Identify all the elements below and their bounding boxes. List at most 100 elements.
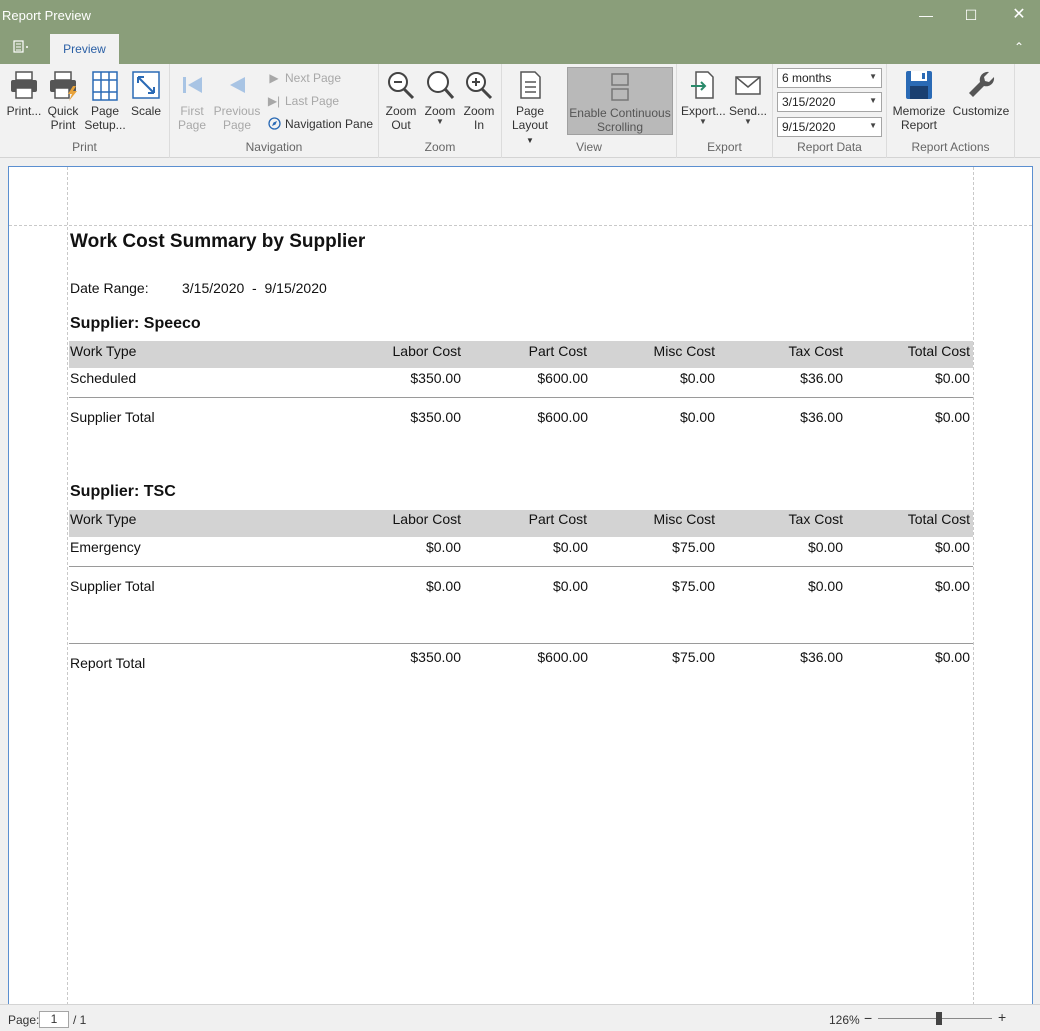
- group-print: Print... Quick Print Page Setup... Scale…: [0, 64, 170, 158]
- navigation-pane-label: Navigation Pane: [285, 117, 374, 131]
- zoom-out-label-2: Out: [391, 118, 411, 132]
- close-button[interactable]: ✕: [1004, 4, 1034, 28]
- envelope-icon: [735, 76, 761, 95]
- group-export: Export... ▼ Send... ▼ Export: [677, 64, 773, 158]
- end-date-value: 9/15/2020: [782, 120, 836, 134]
- memorize-label-1: Memorize: [892, 104, 946, 118]
- collapse-ribbon-icon[interactable]: ⌃: [1014, 40, 1024, 54]
- customize-button[interactable]: Customize: [951, 68, 1011, 118]
- send-button[interactable]: Send... ▼: [727, 68, 769, 126]
- page-setup-button[interactable]: Page Setup...: [84, 68, 126, 132]
- top-margin-guide: [9, 225, 1032, 226]
- next-page-button[interactable]: ▶ Next Page: [267, 71, 341, 85]
- memorize-label-2: Report: [900, 118, 938, 132]
- divider: [69, 397, 973, 398]
- first-page-button[interactable]: First Page: [174, 68, 210, 132]
- next-page-label: Next Page: [285, 71, 342, 85]
- tab-preview[interactable]: Preview: [50, 34, 119, 64]
- continuous-scrolling-button[interactable]: Enable Continuous Scrolling: [567, 67, 673, 135]
- last-page-button[interactable]: ▶| Last Page: [267, 94, 339, 108]
- zoom-plus-button[interactable]: +: [998, 1009, 1006, 1025]
- col-total-cost: Total Cost: [907, 343, 970, 359]
- chevron-down-icon: ▼: [744, 117, 752, 126]
- row-misc-cost: $75.00: [672, 539, 715, 555]
- row-misc-cost: $0.00: [679, 370, 715, 386]
- continuous-scrolling-icon: [611, 73, 629, 101]
- start-date-value: 3/15/2020: [782, 95, 836, 109]
- last-page-icon: ▶|: [267, 94, 281, 108]
- supplier-heading: Supplier: TSC: [70, 483, 176, 500]
- col-labor-cost: Labor Cost: [392, 511, 461, 527]
- navigation-group-caption: Navigation: [245, 140, 303, 154]
- scale-label: Scale: [130, 104, 162, 118]
- col-total-cost: Total Cost: [907, 511, 970, 527]
- page-setup-label-1: Page: [90, 104, 120, 118]
- report-actions-group-caption: Report Actions: [911, 140, 990, 154]
- row-total-cost: $0.00: [934, 370, 970, 386]
- period-select[interactable]: 6 months ▼: [777, 68, 882, 88]
- previous-page-label-1: Previous: [213, 104, 261, 118]
- print-button[interactable]: Print...: [6, 68, 42, 118]
- col-labor-cost: Labor Cost: [392, 343, 461, 359]
- page-number-input[interactable]: 1: [39, 1011, 69, 1028]
- view-group-caption: View: [576, 140, 602, 154]
- previous-page-button[interactable]: Previous Page: [212, 68, 262, 132]
- zoom-dropdown-button[interactable]: Zoom ▼: [421, 68, 459, 126]
- quick-print-button[interactable]: Quick Print: [44, 68, 82, 132]
- zoom-in-label-2: In: [473, 118, 484, 132]
- supplier-total-tax: $0.00: [807, 578, 843, 594]
- col-misc-cost: Misc Cost: [653, 511, 715, 527]
- zoom-out-button[interactable]: Zoom Out: [383, 68, 419, 132]
- start-date-picker[interactable]: 3/15/2020 ▼: [777, 92, 882, 112]
- col-tax-cost: Tax Cost: [788, 343, 843, 359]
- zoom-in-icon: [466, 72, 493, 100]
- row-labor-cost: $0.00: [425, 539, 461, 555]
- last-page-label: Last Page: [285, 94, 340, 108]
- page-setup-label-2: Setup...: [84, 118, 126, 132]
- date-range-label: Date Range:: [70, 280, 149, 296]
- end-date-picker[interactable]: 9/15/2020 ▼: [777, 117, 882, 137]
- zoom-group-caption: Zoom: [424, 140, 456, 154]
- zoom-slider-track[interactable]: [878, 1018, 992, 1019]
- col-misc-cost: Misc Cost: [653, 343, 715, 359]
- scale-button[interactable]: Scale: [128, 68, 164, 118]
- zoom-in-label-1: Zoom: [463, 104, 495, 118]
- divider: [69, 566, 973, 567]
- left-margin-guide: [67, 167, 68, 1005]
- zoom-out-icon: [388, 72, 415, 100]
- first-page-label-1: First: [180, 104, 204, 118]
- export-group-caption: Export: [707, 140, 742, 154]
- report-total-label: Report Total: [70, 655, 146, 671]
- minimize-button[interactable]: —: [911, 4, 941, 28]
- row-part-cost: $600.00: [537, 370, 588, 386]
- supplier-total-misc: $0.00: [679, 409, 715, 425]
- zoom-minus-button[interactable]: −: [864, 1010, 872, 1026]
- right-margin-guide: [973, 167, 974, 1005]
- row-work-type: Emergency: [70, 539, 141, 555]
- supplier-total-tax: $36.00: [800, 409, 843, 425]
- window-title: Report Preview: [2, 8, 91, 23]
- chevron-down-icon: ▼: [869, 96, 877, 105]
- printer-icon: [11, 71, 37, 99]
- app-menu-icon[interactable]: [10, 39, 36, 59]
- chevron-down-icon: ▼: [869, 72, 877, 81]
- preview-area[interactable]: Work Cost Summary by Supplier Date Range…: [0, 158, 1040, 1005]
- group-report-actions: Memorize Report Customize Report Actions: [887, 64, 1015, 158]
- export-button[interactable]: Export... ▼: [681, 68, 726, 126]
- supplier-total-labor: $350.00: [410, 409, 461, 425]
- report-page: Work Cost Summary by Supplier Date Range…: [8, 166, 1033, 1005]
- memorize-report-button[interactable]: Memorize Report: [891, 68, 947, 132]
- previous-page-label-2: Page: [222, 118, 252, 132]
- page-layout-button[interactable]: Page Layout ▼: [508, 68, 552, 148]
- maximize-button[interactable]: ☐: [956, 4, 986, 28]
- page-count: / 1: [73, 1013, 87, 1027]
- zoom-icon: [427, 71, 455, 99]
- zoom-slider-thumb[interactable]: [936, 1012, 942, 1025]
- row-part-cost: $0.00: [552, 539, 588, 555]
- navigation-pane-button[interactable]: Navigation Pane: [267, 117, 373, 131]
- zoom-in-button[interactable]: Zoom In: [461, 68, 497, 132]
- save-icon: [906, 71, 932, 99]
- first-page-label-2: Page: [177, 118, 207, 132]
- send-label: Send...: [728, 104, 768, 118]
- report-title: Work Cost Summary by Supplier: [70, 231, 366, 252]
